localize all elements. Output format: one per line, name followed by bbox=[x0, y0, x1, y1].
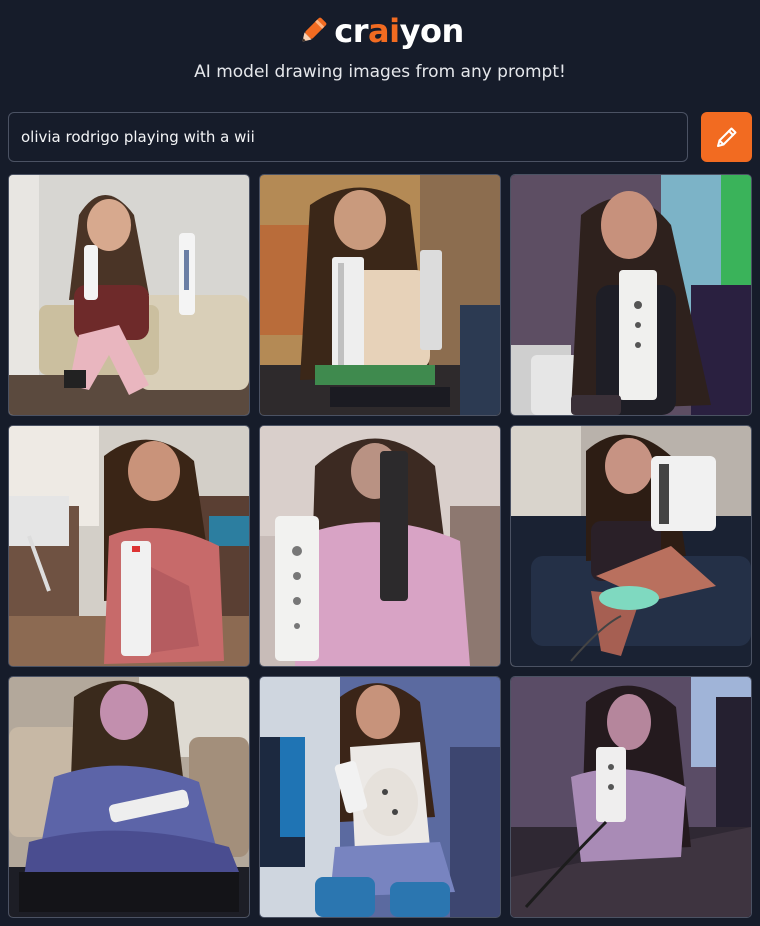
logo-accent: ai bbox=[368, 12, 400, 50]
generated-image-8[interactable] bbox=[259, 676, 501, 918]
draw-button[interactable] bbox=[701, 112, 752, 162]
logo-wordmark: craiyon bbox=[334, 12, 465, 50]
generated-image-7[interactable] bbox=[8, 676, 250, 918]
prompt-input[interactable] bbox=[8, 112, 688, 162]
generated-image-3[interactable] bbox=[510, 174, 752, 416]
crayon-logo-icon bbox=[296, 14, 330, 48]
generated-image-2[interactable] bbox=[259, 174, 501, 416]
generated-image-9[interactable] bbox=[510, 676, 752, 918]
generated-image-5[interactable] bbox=[259, 425, 501, 667]
image-grid bbox=[8, 174, 752, 918]
logo-prefix: cr bbox=[334, 12, 369, 50]
craiyon-page: craiyon AI model drawing images from any… bbox=[0, 0, 760, 926]
generated-image-6[interactable] bbox=[510, 425, 752, 667]
logo-suffix: yon bbox=[399, 12, 465, 50]
generated-image-1[interactable] bbox=[8, 174, 250, 416]
tagline: AI model drawing images from any prompt! bbox=[194, 62, 566, 82]
craiyon-logo[interactable]: craiyon bbox=[0, 10, 760, 52]
generated-image-4[interactable] bbox=[8, 425, 250, 667]
pencil-icon bbox=[714, 124, 740, 150]
